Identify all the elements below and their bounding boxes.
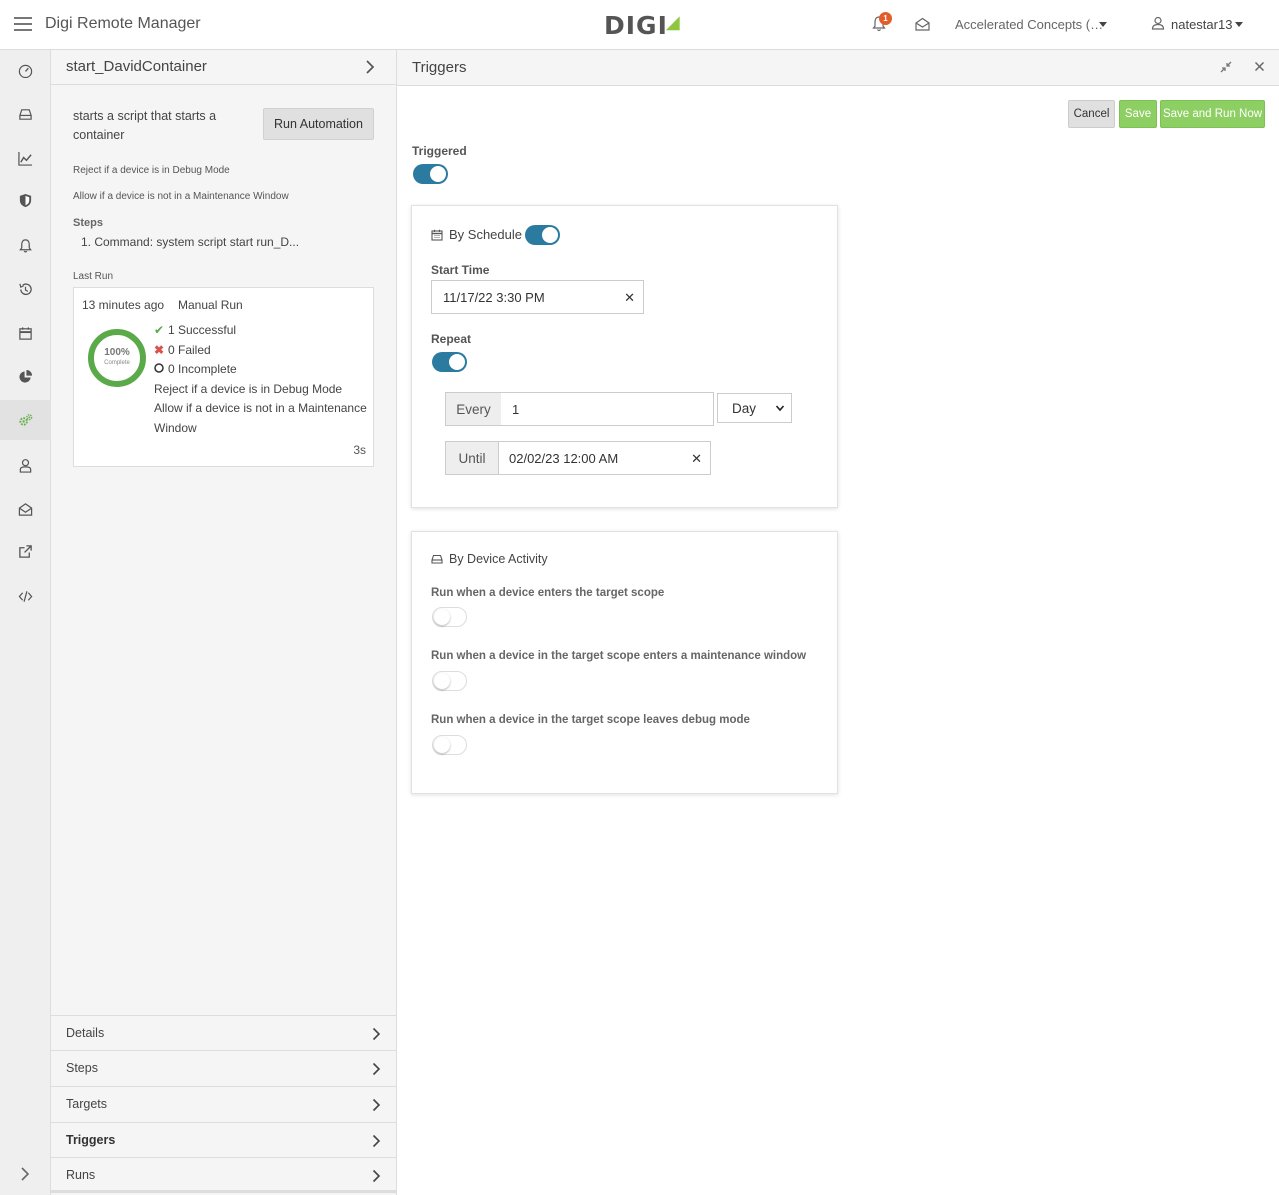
triggered-toggle[interactable] — [413, 164, 448, 184]
clear-icon[interactable]: ✕ — [624, 290, 635, 306]
repeat-unit-select[interactable]: Day — [717, 393, 792, 423]
automation-panel: start_DavidContainer starts a script tha… — [51, 50, 397, 1195]
automation-name: start_DavidContainer — [66, 58, 207, 75]
save-and-run-button[interactable]: Save and Run Now — [1160, 100, 1265, 128]
failed-count: ✖ 0 Failed — [154, 343, 211, 357]
successful-count: ✔ 1 Successful — [154, 323, 237, 337]
section-details[interactable]: Details — [51, 1015, 396, 1050]
nav-rail — [0, 50, 51, 1195]
last-run-rule-debug: Reject if a device is in Debug Mode — [154, 382, 343, 396]
last-run-rule-maintenance-cont: Window — [154, 421, 197, 435]
triggered-label: Triggered — [412, 144, 467, 158]
check-icon: ✔ — [154, 323, 165, 337]
enters-scope-toggle[interactable] — [432, 607, 467, 627]
automations-gears-icon[interactable] — [0, 400, 51, 440]
pie-chart-icon[interactable] — [0, 356, 51, 396]
user-icon[interactable] — [1151, 16, 1165, 30]
section-runs[interactable]: Runs — [51, 1157, 396, 1193]
run-automation-button[interactable]: Run Automation — [263, 108, 374, 140]
calendar-icon[interactable] — [0, 313, 51, 353]
top-bar: Digi Remote Manager DIGI◢ 1 Accelerated … — [0, 0, 1279, 50]
step-item: 1. Command: system script start run_D... — [81, 235, 300, 249]
device-icon — [431, 554, 443, 564]
incomplete-count: 0 Incomplete — [154, 362, 237, 376]
schedule-title: By Schedule — [431, 227, 522, 242]
automation-description: starts a script that starts a container — [73, 109, 217, 142]
chevron-right-icon — [372, 1134, 381, 1148]
hamburger-menu-icon[interactable] — [14, 17, 32, 31]
shield-icon[interactable] — [0, 180, 51, 220]
app-title: Digi Remote Manager — [45, 15, 201, 32]
save-button[interactable]: Save — [1119, 100, 1157, 128]
chevron-right-icon — [372, 1062, 381, 1076]
devices-icon[interactable] — [0, 94, 51, 134]
triggers-title: Triggers — [412, 59, 467, 76]
last-run-type: Manual Run — [178, 298, 243, 312]
device-activity-card — [411, 531, 838, 794]
envelope-open-icon[interactable] — [0, 489, 51, 529]
cancel-button[interactable]: Cancel — [1068, 100, 1115, 128]
rule-maintenance-window: Allow if a device is not in a Maintenanc… — [73, 191, 289, 202]
last-run-card: 13 minutes ago Manual Run 100% Complete … — [73, 287, 374, 467]
triggers-header: Triggers — [397, 50, 1279, 86]
code-icon[interactable] — [0, 576, 51, 616]
close-icon[interactable] — [1254, 61, 1265, 72]
leaves-debug-toggle[interactable] — [432, 735, 467, 755]
calendar-icon — [431, 229, 443, 241]
run-duration: 3s — [353, 443, 366, 457]
until-input[interactable]: 02/02/23 12:00 AM ✕ — [498, 441, 711, 475]
dashboard-icon[interactable] — [0, 50, 51, 90]
caret-down-icon[interactable] — [1235, 22, 1243, 27]
chevron-right-icon[interactable] — [365, 59, 375, 75]
compress-icon[interactable] — [1220, 61, 1232, 73]
chevron-right-icon — [372, 1027, 381, 1041]
maintenance-window-toggle[interactable] — [432, 671, 467, 691]
device-activity-title: By Device Activity — [431, 552, 548, 566]
last-run-heading: Last Run — [73, 271, 114, 282]
maintenance-window-label: Run when a device in the target scope en… — [431, 650, 807, 662]
bell-icon[interactable] — [0, 225, 51, 265]
org-selector[interactable]: Accelerated Concepts (… — [955, 17, 1103, 32]
enters-scope-label: Run when a device enters the target scop… — [431, 587, 665, 599]
start-time-label: Start Time — [431, 263, 490, 277]
inbox-icon[interactable] — [915, 17, 930, 32]
completion-donut: 100% Complete — [87, 328, 147, 388]
every-addon: Every — [445, 392, 502, 426]
caret-down-icon[interactable] — [1099, 22, 1107, 27]
rule-debug-mode: Reject if a device is in Debug Mode — [73, 165, 230, 176]
chart-line-icon[interactable] — [0, 138, 51, 178]
chevron-right-icon — [372, 1169, 381, 1183]
user-menu[interactable]: natestar13 — [1171, 17, 1232, 32]
last-run-time: 13 minutes ago — [82, 298, 165, 312]
completion-label: Complete — [104, 360, 130, 366]
leaves-debug-label: Run when a device in the target scope le… — [431, 714, 750, 726]
section-steps[interactable]: Steps — [51, 1050, 396, 1085]
circle-icon — [154, 362, 168, 376]
steps-heading: Steps — [73, 217, 103, 229]
section-targets[interactable]: Targets — [51, 1086, 396, 1121]
completion-percent: 100% — [104, 347, 130, 358]
notification-badge: 1 — [879, 12, 892, 25]
user-lock-icon[interactable] — [0, 445, 51, 485]
external-link-icon[interactable] — [0, 531, 51, 571]
last-run-rule-maintenance: Allow if a device is not in a Maintenanc… — [154, 401, 367, 415]
schedule-toggle[interactable] — [525, 225, 560, 245]
start-time-input[interactable]: 11/17/22 3:30 PM ✕ — [431, 280, 644, 314]
repeat-toggle[interactable] — [432, 352, 467, 372]
chevron-down-icon — [775, 405, 785, 412]
until-addon: Until — [445, 441, 499, 475]
automation-header: start_DavidContainer — [51, 50, 396, 85]
history-icon[interactable] — [0, 269, 51, 309]
x-icon: ✖ — [154, 343, 165, 357]
digi-logo: DIGI◢ — [604, 11, 681, 40]
clear-icon[interactable]: ✕ — [691, 451, 702, 467]
every-input[interactable]: 1 — [501, 392, 714, 426]
repeat-label: Repeat — [431, 332, 472, 346]
chevron-right-icon — [372, 1098, 381, 1112]
section-triggers[interactable]: Triggers — [51, 1122, 396, 1157]
chevron-right-icon[interactable] — [20, 1167, 30, 1181]
